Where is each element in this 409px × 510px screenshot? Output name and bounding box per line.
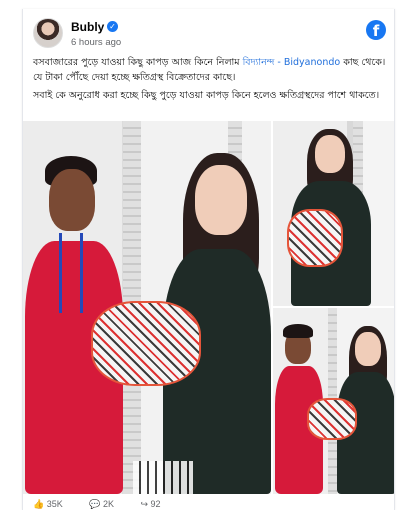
post-caption: বসবাজারের পুড়ে যাওয়া কিছু কাপড় আজ কিন… [33, 55, 388, 106]
like-count[interactable]: 👍 35K [33, 499, 75, 509]
woman-face [195, 165, 247, 235]
photo-top-right[interactable] [273, 121, 394, 306]
woman-face [315, 135, 345, 173]
caption-page-link[interactable]: বিদ্যানন্দ - Bidyanondo [243, 57, 341, 68]
facebook-logo-icon[interactable]: f [366, 20, 386, 40]
woman-face [355, 332, 381, 366]
caption-paragraph-1: বসবাজারের পুড়ে যাওয়া কিছু কাপড় আজ কিন… [33, 55, 388, 85]
verified-badge-icon: ✓ [107, 21, 118, 32]
saree-pattern [133, 461, 193, 494]
author-name[interactable]: Bubly [71, 20, 104, 34]
share-count[interactable]: ↪ 92 [141, 499, 173, 509]
post-timestamp[interactable]: 6 hours ago [71, 37, 121, 48]
caption-text-pre: বসবাজারের পুড়ে যাওয়া কিছু কাপড় আজ কিন… [33, 57, 243, 68]
lanyard [59, 233, 83, 313]
clothes-bundle [307, 398, 357, 440]
author-avatar[interactable] [33, 18, 63, 48]
comment-count[interactable]: 💬 2K [89, 499, 126, 509]
photo-main[interactable] [23, 121, 271, 494]
post-header: Bubly ✓ 6 hours ago f [33, 18, 386, 56]
man-hair [283, 324, 313, 338]
like-count-value: 35K [46, 499, 63, 509]
share-count-value: 92 [150, 499, 161, 509]
photo-bottom-right[interactable] [273, 308, 394, 494]
man-face [49, 169, 95, 231]
caption-paragraph-2: সবাই কে অনুরোধ করা হচ্ছে কিছু পুড়ে যাওয… [33, 90, 380, 101]
reactions-bar: 👍 35K 💬 2K ↪ 92 [33, 499, 388, 510]
clothes-bundle [91, 301, 201, 386]
facebook-post-card: Bubly ✓ 6 hours ago f বসবাজারের পুড়ে যা… [22, 9, 395, 510]
comment-count-value: 2K [102, 499, 114, 509]
post-photo-grid [23, 121, 394, 494]
clothes-bundle [287, 209, 343, 267]
